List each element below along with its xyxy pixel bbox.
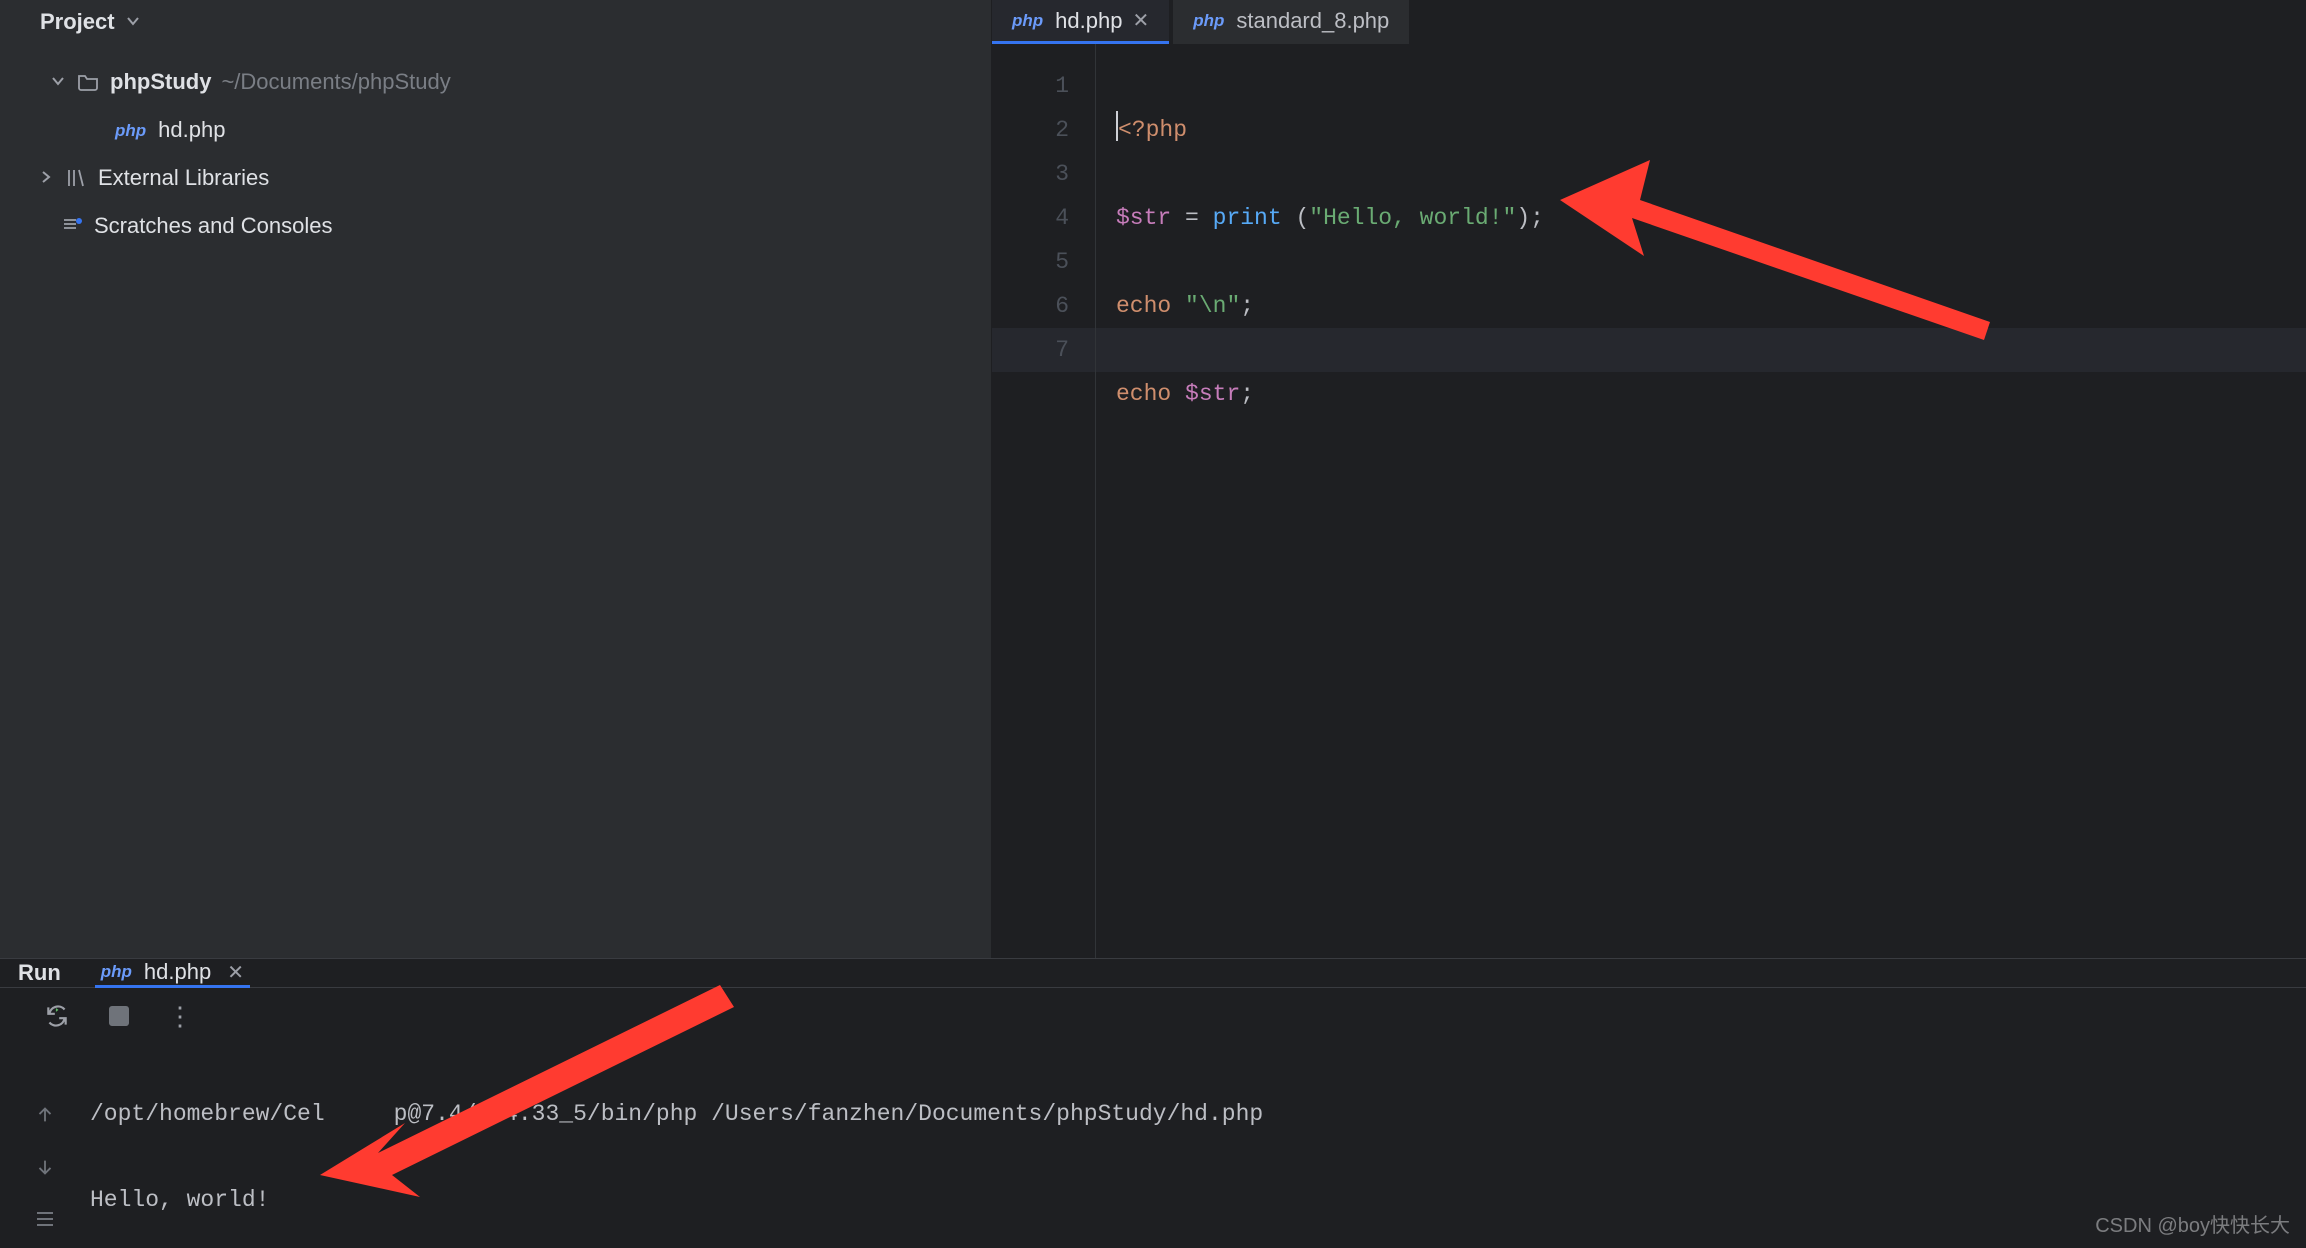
gutter: 1 2 3 4 5 6 7 [992,44,1096,958]
run-config-name: hd.php [144,959,211,985]
down-stack-button[interactable] [28,1150,62,1184]
project-sidebar: Project phpStudy ~/Documents/phpStudy ph… [0,0,992,958]
code-editor[interactable]: 1 2 3 4 5 6 7 <?php $str = print ("Hello… [992,44,2306,958]
close-icon[interactable]: ✕ [227,960,244,985]
file-name: hd.php [158,119,225,141]
tree-file-hd-php[interactable]: php hd.php [0,106,991,154]
php-file-icon: php [1012,11,1045,31]
tab-label: hd.php [1055,8,1122,34]
up-stack-button[interactable] [28,1098,62,1132]
tree-root-folder[interactable]: phpStudy ~/Documents/phpStudy [0,58,991,106]
run-tabs-bar: Run php hd.php ✕ [0,959,2306,988]
php-run-icon: php [101,962,134,982]
folder-path: ~/Documents/phpStudy [221,71,450,93]
chevron-right-icon [38,167,54,189]
project-tool-title: Project [40,9,115,35]
editor-tabs: php hd.php ✕ php standard_8.php [992,0,2306,44]
run-toolbar: ⋮ [20,988,2306,1044]
scratches-label: Scratches and Consoles [94,215,332,237]
chevron-down-icon [125,9,141,35]
tree-external-libraries[interactable]: External Libraries [0,154,991,202]
folder-icon [76,70,100,94]
php-file-icon: php [115,122,148,139]
close-icon[interactable]: ✕ [1132,8,1149,33]
editor-area: php hd.php ✕ php standard_8.php 1 2 3 4 … [992,0,2306,958]
library-icon [64,166,88,190]
external-libraries-label: External Libraries [98,167,269,189]
tab-standard-8-php[interactable]: php standard_8.php [1173,0,1409,44]
tab-label: standard_8.php [1236,8,1389,34]
folder-name: phpStudy [110,71,211,93]
watermark: CSDN @boy快快长大 [2095,1209,2290,1238]
code-content: <?php $str = print ("Hello, world!"); ec… [1096,44,2306,958]
soft-wrap-button[interactable] [28,1202,62,1236]
stop-button[interactable] [102,999,136,1033]
tab-hd-php[interactable]: php hd.php ✕ [992,0,1169,44]
run-console[interactable]: /opt/homebrew/Celxxxxxp@7.4/7.4.33_5/bin… [90,1044,2306,1248]
scratches-icon [60,214,84,238]
rerun-button[interactable] [40,999,74,1033]
tree-scratches[interactable]: Scratches and Consoles [0,202,991,250]
project-tool-header[interactable]: Project [0,0,991,44]
console-nav-column [0,1078,90,1248]
run-tool-title: Run [18,960,61,986]
chevron-down-icon [50,71,66,93]
more-actions-button[interactable]: ⋮ [164,999,198,1033]
run-tool-window: Run php hd.php ✕ ⋮ /opt/homebrew/Celxxxx… [0,958,2306,1248]
project-tree[interactable]: phpStudy ~/Documents/phpStudy php hd.php… [0,44,991,264]
run-config-tab[interactable]: php hd.php ✕ [95,960,250,988]
php-file-icon: php [1193,11,1226,31]
